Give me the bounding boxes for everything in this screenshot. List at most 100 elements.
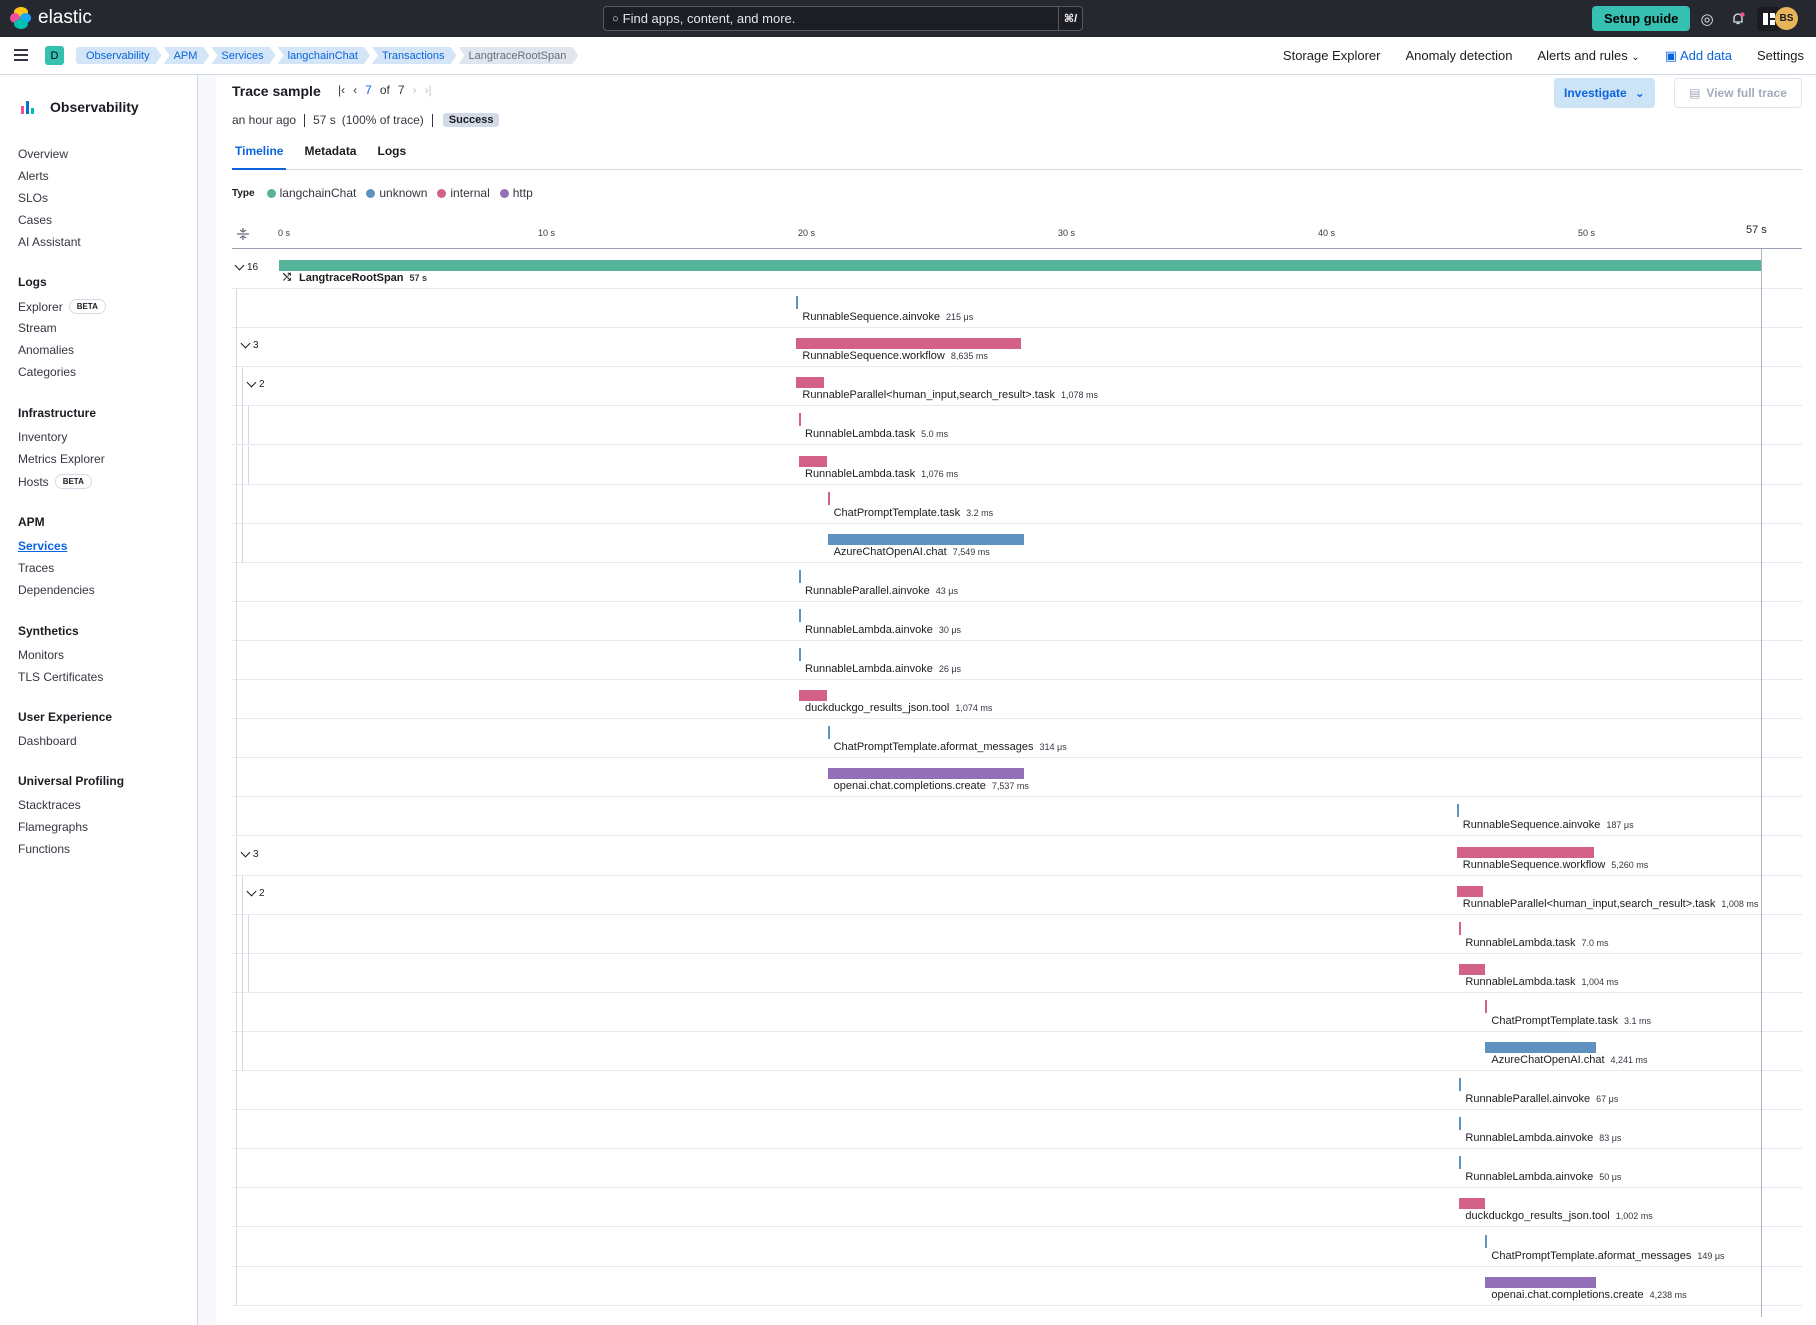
waterfall-row[interactable]: RunnableSequence.ainvoke 215 μs xyxy=(232,289,1802,329)
waterfall-row[interactable]: RunnableLambda.ainvoke 26 μs xyxy=(232,641,1802,681)
span-bar[interactable] xyxy=(796,296,799,310)
sidebar-item-traces[interactable]: Traces xyxy=(18,561,54,575)
space-avatar[interactable]: D xyxy=(45,46,64,65)
waterfall-row[interactable]: RunnableLambda.task 1,076 ms xyxy=(232,445,1802,485)
global-search-input[interactable]: ○ Find apps, content, and more. ⌘/ xyxy=(603,6,1083,31)
span-label[interactable]: RunnableParallel<human_input,search_resu… xyxy=(1463,898,1759,910)
waterfall-row[interactable]: RunnableLambda.task 1,004 ms xyxy=(232,953,1802,993)
span-label[interactable]: RunnableSequence.workflow 5,260 ms xyxy=(1463,859,1649,871)
first-page-icon[interactable]: |‹ xyxy=(338,83,345,97)
span-bar[interactable] xyxy=(796,377,825,389)
span-label[interactable]: RunnableSequence.ainvoke 215 μs xyxy=(802,311,973,323)
waterfall-row[interactable]: RunnableParallel.ainvoke 67 μs xyxy=(232,1071,1802,1111)
sidebar-item-tls-certificates[interactable]: TLS Certificates xyxy=(18,670,103,684)
last-page-icon[interactable]: ›| xyxy=(425,83,432,97)
span-label[interactable]: RunnableParallel.ainvoke 67 μs xyxy=(1465,1093,1618,1105)
sidebar-item-ai-assistant[interactable]: AI Assistant xyxy=(18,235,81,249)
sidebar-item-functions[interactable]: Functions xyxy=(18,842,70,856)
expand-toggle[interactable]: 3 xyxy=(240,847,259,860)
span-bar[interactable] xyxy=(799,648,801,661)
span-label[interactable]: RunnableLambda.task 7.0 ms xyxy=(1465,937,1608,949)
span-label[interactable]: ChatPromptTemplate.aformat_messages 149 μ… xyxy=(1491,1250,1724,1262)
expand-toggle[interactable]: 2 xyxy=(246,886,265,899)
waterfall-row[interactable]: RunnableLambda.task 7.0 ms xyxy=(232,914,1802,954)
expand-toggle[interactable]: 3 xyxy=(240,338,259,351)
span-bar[interactable] xyxy=(827,491,830,505)
sidebar-item-anomalies[interactable]: Anomalies xyxy=(18,343,74,357)
waterfall-row[interactable]: ChatPromptTemplate.task 3.1 ms xyxy=(232,992,1802,1032)
span-bar[interactable] xyxy=(827,726,830,740)
waterfall-row[interactable]: ChatPromptTemplate.aformat_messages 149 μ… xyxy=(232,1227,1802,1267)
waterfall-row[interactable]: RunnableLambda.ainvoke 50 μs xyxy=(232,1149,1802,1189)
waterfall-row[interactable]: AzureChatOpenAI.chat 4,241 ms xyxy=(232,1032,1802,1072)
span-label[interactable]: RunnableLambda.ainvoke 83 μs xyxy=(1465,1132,1621,1144)
sidebar-item-inventory[interactable]: Inventory xyxy=(18,430,67,444)
span-bar[interactable] xyxy=(827,533,1024,545)
waterfall-row[interactable]: 3 RunnableSequence.workflow 5,260 ms xyxy=(232,836,1802,876)
sidebar-item-services[interactable]: Services xyxy=(18,539,67,553)
span-label[interactable]: AzureChatOpenAI.chat 7,549 ms xyxy=(834,546,990,558)
span-bar[interactable] xyxy=(799,455,827,467)
sidebar-item-categories[interactable]: Categories xyxy=(18,365,76,379)
sidebar-item-stream[interactable]: Stream xyxy=(18,321,57,335)
span-bar[interactable] xyxy=(799,413,801,427)
span-bar[interactable] xyxy=(1459,1198,1486,1210)
view-full-trace-button[interactable]: ▤ View full trace xyxy=(1674,78,1802,108)
waterfall-row[interactable]: duckduckgo_results_json.tool 1,074 ms xyxy=(232,680,1802,720)
span-label[interactable]: RunnableSequence.workflow 8,635 ms xyxy=(802,350,988,362)
span-label[interactable]: ChatPromptTemplate.task 3.1 ms xyxy=(1491,1015,1651,1027)
add-data-link[interactable]: ▣ Add data xyxy=(1665,48,1732,64)
menu-icon[interactable] xyxy=(14,49,28,61)
span-label[interactable]: RunnableLambda.ainvoke 30 μs xyxy=(805,624,961,636)
tab-timeline[interactable]: Timeline xyxy=(232,144,287,170)
waterfall-row[interactable]: RunnableLambda.task 5.0 ms xyxy=(232,406,1802,446)
span-bar[interactable] xyxy=(1456,885,1483,897)
prev-page-icon[interactable]: ‹ xyxy=(353,83,357,97)
breadcrumb-services[interactable]: Services xyxy=(211,47,275,64)
notifications-icon[interactable] xyxy=(1728,9,1748,29)
sidebar-item-monitors[interactable]: Monitors xyxy=(18,648,64,662)
span-label[interactable]: duckduckgo_results_json.tool 1,074 ms xyxy=(805,702,992,714)
span-bar[interactable] xyxy=(1456,804,1459,818)
storage-explorer-link[interactable]: Storage Explorer xyxy=(1283,48,1381,64)
waterfall-row[interactable]: ChatPromptTemplate.aformat_messages 314 μ… xyxy=(232,719,1802,759)
expand-toggle[interactable]: 2 xyxy=(246,377,265,390)
span-label[interactable]: RunnableLambda.ainvoke 26 μs xyxy=(805,663,961,675)
expand-toggle[interactable]: 16 xyxy=(234,260,258,273)
help-icon[interactable]: ◎ xyxy=(1697,9,1717,29)
sidebar-item-metrics-explorer[interactable]: Metrics Explorer xyxy=(18,452,105,466)
span-bar[interactable] xyxy=(799,608,801,622)
sidebar-item-cases[interactable]: Cases xyxy=(18,213,52,227)
span-label[interactable]: RunnableParallel.ainvoke 43 μs xyxy=(805,585,958,597)
user-avatar[interactable]: BS xyxy=(1775,7,1798,30)
span-label[interactable]: ChatPromptTemplate.aformat_messages 314 μ… xyxy=(834,741,1067,753)
waterfall-row[interactable]: duckduckgo_results_json.tool 1,002 ms xyxy=(232,1188,1802,1228)
waterfall-row[interactable]: RunnableParallel.ainvoke 43 μs xyxy=(232,562,1802,602)
span-bar[interactable] xyxy=(1459,963,1486,975)
tab-logs[interactable]: Logs xyxy=(374,144,409,170)
sidebar-item-dashboard[interactable]: Dashboard xyxy=(18,734,77,748)
span-label[interactable]: RunnableLambda.task 1,004 ms xyxy=(1465,976,1618,988)
waterfall-row[interactable]: RunnableSequence.ainvoke 187 μs xyxy=(232,797,1802,837)
span-bar[interactable] xyxy=(279,260,1761,271)
span-label[interactable]: RunnableLambda.task 5.0 ms xyxy=(805,428,948,440)
waterfall-row[interactable]: AzureChatOpenAI.chat 7,549 ms xyxy=(232,523,1802,563)
span-label[interactable]: ⤭ LangtraceRootSpan 57 s xyxy=(283,272,427,284)
waterfall-row[interactable]: 3 RunnableSequence.workflow 8,635 ms xyxy=(232,328,1802,368)
span-bar[interactable] xyxy=(1459,921,1462,935)
sidebar-item-dependencies[interactable]: Dependencies xyxy=(18,583,95,597)
sidebar-item-overview[interactable]: Overview xyxy=(18,147,68,161)
span-bar[interactable] xyxy=(1485,1234,1488,1248)
span-label[interactable]: RunnableParallel<human_input,search_resu… xyxy=(802,389,1098,401)
waterfall-row[interactable]: 2 RunnableParallel<human_input,search_res… xyxy=(232,367,1802,407)
span-bar[interactable] xyxy=(1456,846,1594,858)
span-bar[interactable] xyxy=(1459,1078,1462,1092)
sidebar-item-stacktraces[interactable]: Stacktraces xyxy=(18,798,81,812)
span-bar[interactable] xyxy=(1485,1276,1596,1288)
span-label[interactable]: ChatPromptTemplate.task 3.2 ms xyxy=(834,507,994,519)
setup-guide-button[interactable]: Setup guide xyxy=(1592,6,1691,31)
elastic-logo[interactable]: elastic xyxy=(10,7,92,29)
sidebar-item-slos[interactable]: SLOs xyxy=(18,191,48,205)
span-bar[interactable] xyxy=(796,338,1021,350)
span-label[interactable]: openai.chat.completions.create 4,238 ms xyxy=(1491,1289,1686,1301)
